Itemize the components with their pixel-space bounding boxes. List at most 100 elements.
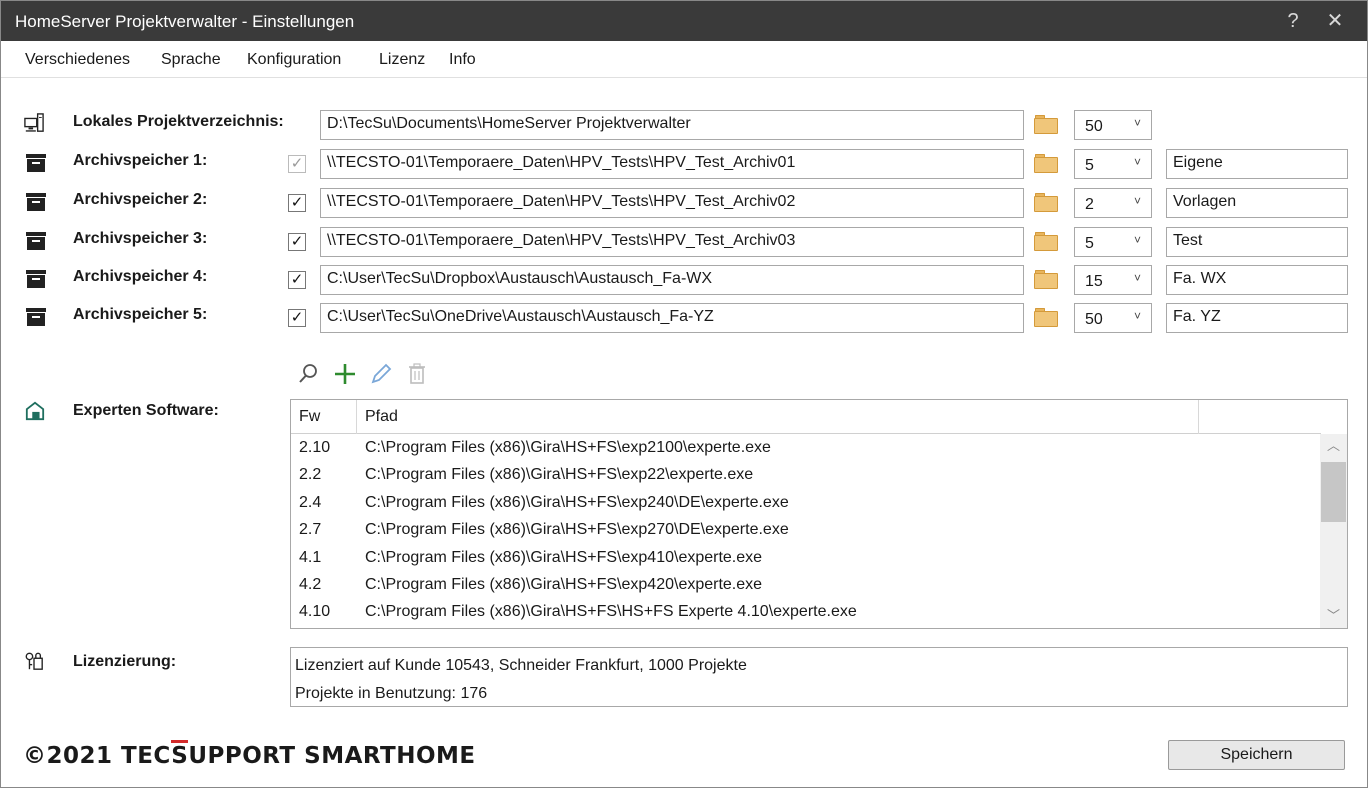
- archive-box-icon: [26, 154, 46, 172]
- archive-name-input[interactable]: Fa. YZ: [1166, 303, 1348, 333]
- cell-path: C:\Program Files (x86)\Gira\HS+FS\HS+FS …: [365, 603, 857, 621]
- cell-fw: 2.7: [299, 521, 322, 539]
- archive-enabled-checkbox[interactable]: ✓: [288, 194, 306, 212]
- archive-path-input[interactable]: \\TECSTO-01\Temporaere_Daten\HPV_Tests\H…: [320, 149, 1024, 179]
- archive-box-icon: [26, 232, 46, 250]
- menu-item-konfiguration[interactable]: Konfiguration: [247, 51, 341, 69]
- table-header: Fw Pfad: [291, 400, 1321, 434]
- table-row[interactable]: 2.7 C:\Program Files (x86)\Gira\HS+FS\ex…: [291, 517, 1321, 544]
- cell-fw: 2.10: [299, 439, 331, 456]
- computer-network-icon: [24, 113, 44, 132]
- menu-item-sprache[interactable]: Sprache: [161, 51, 221, 69]
- folder-browse-icon[interactable]: [1032, 229, 1060, 253]
- column-header-fw[interactable]: Fw: [291, 400, 357, 434]
- cell-path: C:\Program Files (x86)\Gira\HS+FS\exp22\…: [365, 466, 754, 484]
- cell-path: C:\Program Files (x86)\Gira\HS+FS\exp270…: [365, 521, 789, 539]
- help-icon[interactable]: ?: [1281, 9, 1305, 33]
- folder-browse-icon[interactable]: [1032, 190, 1060, 214]
- archive-path-input[interactable]: C:\User\TecSu\OneDrive\Austausch\Austaus…: [320, 303, 1024, 333]
- archive-count-select[interactable]: 2 ˅: [1074, 188, 1152, 218]
- close-icon[interactable]: ✕: [1323, 9, 1347, 33]
- cell-fw: 4.2: [299, 575, 322, 593]
- archive-box-icon: [26, 193, 46, 211]
- archive-enabled-checkbox[interactable]: ✓: [288, 155, 306, 173]
- archive-label: Archivspeicher 2:: [73, 191, 208, 208]
- archive-name-input[interactable]: Fa. WX: [1166, 265, 1348, 295]
- folder-browse-icon[interactable]: [1032, 305, 1060, 329]
- licensing-label: Lizenzierung:: [73, 653, 177, 670]
- homeserver-icon: [25, 401, 45, 421]
- menu-item-info[interactable]: Info: [449, 51, 476, 69]
- chevron-down-icon: ˅: [1133, 194, 1141, 208]
- archive-name-input[interactable]: Test: [1166, 227, 1348, 257]
- archive-path-input[interactable]: C:\User\TecSu\Dropbox\Austausch\Austausc…: [320, 265, 1024, 295]
- cell-path: C:\Program Files (x86)\Gira\HS+FS\exp420…: [365, 575, 763, 593]
- archive-path-input[interactable]: \\TECSTO-01\Temporaere_Daten\HPV_Tests\H…: [320, 227, 1024, 257]
- menu-item-verschiedenes[interactable]: Verschiedenes: [25, 51, 130, 69]
- archive-count-select[interactable]: 5 ˅: [1074, 227, 1152, 257]
- menu-item-lizenz[interactable]: Lizenz: [379, 51, 425, 69]
- archive-count-select[interactable]: 50 ˅: [1074, 303, 1152, 333]
- cell-fw: 2.2: [299, 466, 322, 484]
- chevron-down-icon: ˅: [1133, 271, 1141, 285]
- window-title: HomeServer Projektverwalter - Einstellun…: [15, 12, 355, 31]
- archive-label: Archivspeicher 3:: [73, 230, 208, 247]
- archive-count-select[interactable]: 15 ˅: [1074, 265, 1152, 295]
- license-info-box: Lizenziert auf Kunde 10543, Schneider Fr…: [290, 647, 1348, 707]
- license-key-icon: [25, 652, 43, 670]
- local-project-count-select[interactable]: 50 ˅: [1074, 110, 1152, 140]
- archive-box-icon: [26, 270, 46, 288]
- archive-count-select[interactable]: 5 ˅: [1074, 149, 1152, 179]
- archive-label: Archivspeicher 5:: [73, 306, 208, 323]
- title-bar: HomeServer Projektverwalter - Einstellun…: [1, 1, 1367, 41]
- chevron-down-icon: ˅: [1133, 116, 1141, 130]
- table-row[interactable]: 2.4 C:\Program Files (x86)\Gira\HS+FS\ex…: [291, 490, 1321, 517]
- add-icon[interactable]: [333, 361, 357, 387]
- scroll-down-icon[interactable]: ﹀: [1320, 604, 1347, 628]
- table-row[interactable]: 4.10 C:\Program Files (x86)\Gira\HS+FS\H…: [291, 599, 1321, 626]
- cell-path: C:\Program Files (x86)\Gira\HS+FS\exp410…: [365, 548, 763, 566]
- chevron-down-icon: ˅: [1133, 233, 1141, 247]
- delete-icon[interactable]: [405, 361, 429, 387]
- folder-browse-icon[interactable]: [1032, 267, 1060, 291]
- archive-enabled-checkbox[interactable]: ✓: [288, 233, 306, 251]
- archive-enabled-checkbox[interactable]: ✓: [288, 309, 306, 327]
- settings-window: HomeServer Projektverwalter - Einstellun…: [0, 0, 1368, 788]
- archive-path-input[interactable]: \\TECSTO-01\Temporaere_Daten\HPV_Tests\H…: [320, 188, 1024, 218]
- chevron-down-icon: ˅: [1133, 309, 1141, 323]
- cell-fw: 2.4: [299, 493, 322, 511]
- table-row[interactable]: 4.2 C:\Program Files (x86)\Gira\HS+FS\ex…: [291, 572, 1321, 599]
- archive-label: Archivspeicher 4:: [73, 268, 208, 285]
- vertical-scrollbar[interactable]: ︿ ﹀: [1320, 434, 1347, 628]
- save-button[interactable]: Speichern: [1168, 740, 1345, 770]
- menu-bar: Verschiedenes Sprache Konfiguration Lize…: [1, 42, 1367, 78]
- archive-label: Archivspeicher 1:: [73, 152, 208, 169]
- expert-software-table[interactable]: Fw Pfad 2.10 C:\Program Files (x86)\Gira…: [290, 399, 1348, 629]
- chevron-down-icon: ˅: [1133, 155, 1141, 169]
- archive-name-input[interactable]: Vorlagen: [1166, 188, 1348, 218]
- edit-icon[interactable]: [369, 361, 393, 387]
- brand-logo: ©2021 TECSUPPORT SMARTHOME: [23, 740, 476, 769]
- cell-path: C:\Program Files (x86)\Gira\HS+FS\exp210…: [365, 439, 771, 456]
- cell-fw: 4.1: [299, 548, 322, 566]
- archive-name-input[interactable]: Eigene: [1166, 149, 1348, 179]
- license-usage-line: Projekte in Benutzung: 176: [295, 685, 488, 702]
- cell-path: C:\Program Files (x86)\Gira\HS+FS\exp240…: [365, 493, 789, 511]
- scroll-thumb[interactable]: [1321, 462, 1346, 522]
- table-row[interactable]: 2.2 C:\Program Files (x86)\Gira\HS+FS\ex…: [291, 462, 1321, 489]
- expert-software-label: Experten Software:: [73, 402, 219, 419]
- folder-browse-icon[interactable]: [1032, 112, 1060, 136]
- table-body: 2.10 C:\Program Files (x86)\Gira\HS+FS\e…: [291, 435, 1321, 628]
- table-row[interactable]: 4.1 C:\Program Files (x86)\Gira\HS+FS\ex…: [291, 545, 1321, 572]
- license-line: Lizenziert auf Kunde 10543, Schneider Fr…: [295, 657, 747, 674]
- archive-enabled-checkbox[interactable]: ✓: [288, 271, 306, 289]
- local-project-dir-input[interactable]: D:\TecSu\Documents\HomeServer Projektver…: [320, 110, 1024, 140]
- folder-browse-icon[interactable]: [1032, 151, 1060, 175]
- cell-fw: 4.10: [299, 603, 331, 621]
- table-row[interactable]: 2.10 C:\Program Files (x86)\Gira\HS+FS\e…: [291, 435, 1321, 462]
- column-header-pfad[interactable]: Pfad: [357, 400, 1199, 434]
- local-project-dir-label: Lokales Projektverzeichnis:: [73, 113, 284, 130]
- search-icon[interactable]: [297, 361, 321, 387]
- archive-box-icon: [26, 308, 46, 326]
- scroll-up-icon[interactable]: ︿: [1320, 434, 1347, 458]
